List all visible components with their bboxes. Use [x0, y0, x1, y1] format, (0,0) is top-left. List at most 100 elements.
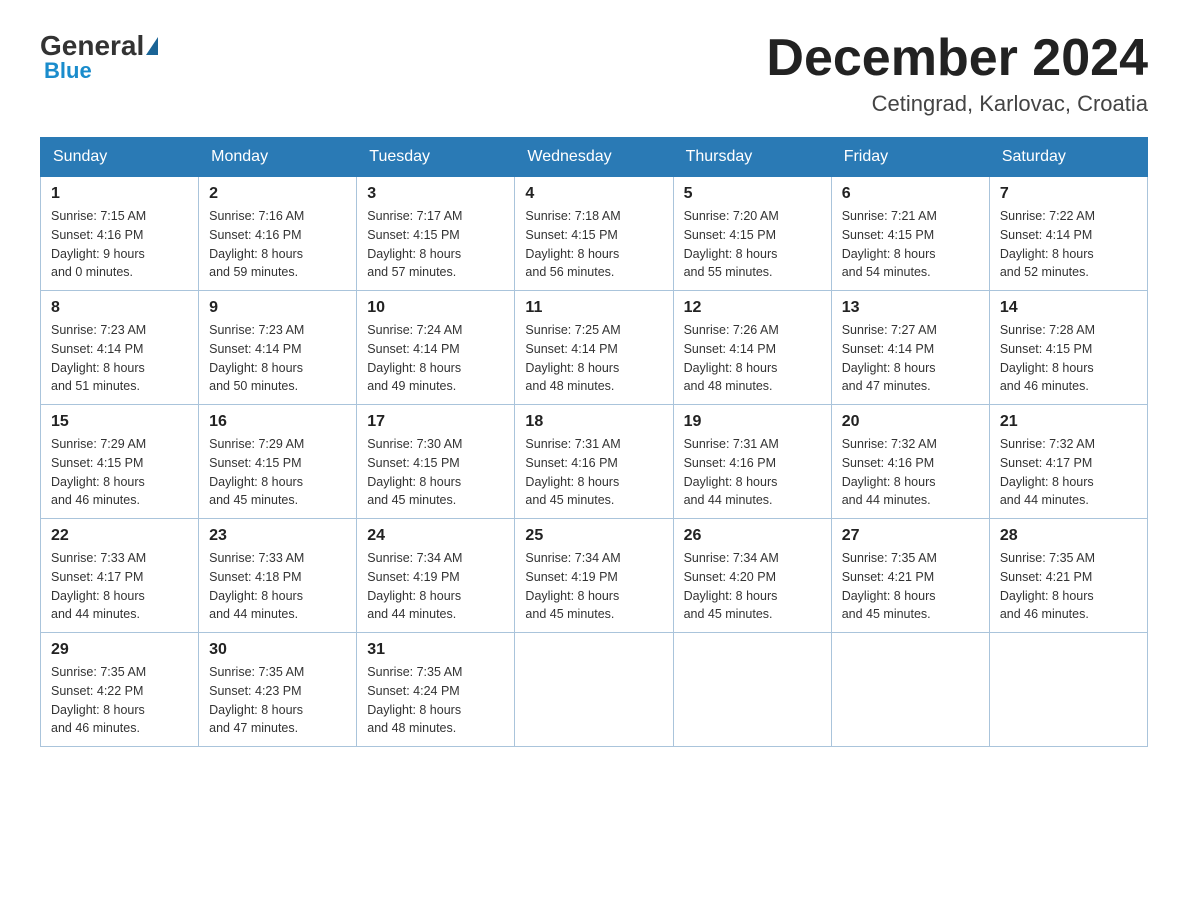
day-info: Sunrise: 7:21 AMSunset: 4:15 PMDaylight:…	[842, 207, 979, 282]
day-info: Sunrise: 7:35 AMSunset: 4:21 PMDaylight:…	[842, 549, 979, 624]
logo: General Blue	[40, 30, 160, 84]
day-number: 23	[209, 527, 346, 545]
calendar-cell: 24Sunrise: 7:34 AMSunset: 4:19 PMDayligh…	[357, 519, 515, 633]
calendar-cell	[515, 633, 673, 747]
day-number: 12	[684, 299, 821, 317]
calendar-cell: 11 Sunrise: 7:25 AMSunset: 4:14 PMDayligh…	[515, 291, 673, 405]
day-info: Sunrise: 7:24 AMSunset: 4:14 PMDaylight:…	[367, 321, 504, 396]
calendar-cell: 8Sunrise: 7:23 AMSunset: 4:14 PMDaylight…	[41, 291, 199, 405]
calendar-cell: 10 Sunrise: 7:24 AMSunset: 4:14 PMDayligh…	[357, 291, 515, 405]
calendar-cell: 17 Sunrise: 7:30 AMSunset: 4:15 PMDayligh…	[357, 405, 515, 519]
day-number: 27	[842, 527, 979, 545]
day-info: Sunrise: 7:33 AMSunset: 4:18 PMDaylight:…	[209, 549, 346, 624]
day-number: 18	[525, 413, 662, 431]
day-number: 2	[209, 185, 346, 203]
day-info: Sunrise: 7:16 AMSunset: 4:16 PMDaylight:…	[209, 207, 346, 282]
day-number: 6	[842, 185, 979, 203]
header-cell-monday: Monday	[199, 138, 357, 177]
page-header: General Blue December 2024 Cetingrad, Ka…	[40, 30, 1148, 117]
calendar-cell: 23 Sunrise: 7:33 AMSunset: 4:18 PMDayligh…	[199, 519, 357, 633]
day-info: Sunrise: 7:17 AMSunset: 4:15 PMDaylight:…	[367, 207, 504, 282]
calendar-cell: 9 Sunrise: 7:23 AMSunset: 4:14 PMDaylight…	[199, 291, 357, 405]
calendar-cell: 12Sunrise: 7:26 AMSunset: 4:14 PMDayligh…	[673, 291, 831, 405]
day-info: Sunrise: 7:27 AMSunset: 4:14 PMDaylight:…	[842, 321, 979, 396]
day-info: Sunrise: 7:28 AMSunset: 4:15 PMDaylight:…	[1000, 321, 1137, 396]
logo-triangle-icon	[146, 37, 158, 55]
day-info: Sunrise: 7:35 AMSunset: 4:22 PMDaylight:…	[51, 663, 188, 738]
day-info: Sunrise: 7:31 AMSunset: 4:16 PMDaylight:…	[525, 435, 662, 510]
day-number: 17	[367, 413, 504, 431]
calendar-cell: 7 Sunrise: 7:22 AMSunset: 4:14 PMDaylight…	[989, 177, 1147, 291]
week-row-2: 8Sunrise: 7:23 AMSunset: 4:14 PMDaylight…	[41, 291, 1148, 405]
calendar-cell: 30Sunrise: 7:35 AMSunset: 4:23 PMDayligh…	[199, 633, 357, 747]
calendar-cell: 25Sunrise: 7:34 AMSunset: 4:19 PMDayligh…	[515, 519, 673, 633]
month-year-title: December 2024	[766, 30, 1148, 87]
day-number: 4	[525, 185, 662, 203]
calendar-body: 1Sunrise: 7:15 AMSunset: 4:16 PMDaylight…	[41, 177, 1148, 747]
day-info: Sunrise: 7:32 AMSunset: 4:17 PMDaylight:…	[1000, 435, 1137, 510]
day-number: 21	[1000, 413, 1137, 431]
day-info: Sunrise: 7:33 AMSunset: 4:17 PMDaylight:…	[51, 549, 188, 624]
calendar-cell: 15Sunrise: 7:29 AMSunset: 4:15 PMDayligh…	[41, 405, 199, 519]
day-info: Sunrise: 7:18 AMSunset: 4:15 PMDaylight:…	[525, 207, 662, 282]
day-number: 24	[367, 527, 504, 545]
calendar-cell: 4 Sunrise: 7:18 AMSunset: 4:15 PMDaylight…	[515, 177, 673, 291]
week-row-4: 22 Sunrise: 7:33 AMSunset: 4:17 PMDayligh…	[41, 519, 1148, 633]
day-number: 11	[525, 299, 662, 317]
day-info: Sunrise: 7:29 AMSunset: 4:15 PMDaylight:…	[209, 435, 346, 510]
calendar-cell: 31Sunrise: 7:35 AMSunset: 4:24 PMDayligh…	[357, 633, 515, 747]
location-subtitle: Cetingrad, Karlovac, Croatia	[766, 91, 1148, 117]
header-cell-saturday: Saturday	[989, 138, 1147, 177]
day-info: Sunrise: 7:25 AMSunset: 4:14 PMDaylight:…	[525, 321, 662, 396]
header-row: SundayMondayTuesdayWednesdayThursdayFrid…	[41, 138, 1148, 177]
calendar-cell: 3 Sunrise: 7:17 AMSunset: 4:15 PMDaylight…	[357, 177, 515, 291]
header-cell-tuesday: Tuesday	[357, 138, 515, 177]
day-number: 19	[684, 413, 821, 431]
day-number: 28	[1000, 527, 1137, 545]
calendar-cell	[989, 633, 1147, 747]
calendar-cell: 14 Sunrise: 7:28 AMSunset: 4:15 PMDayligh…	[989, 291, 1147, 405]
calendar-cell: 16Sunrise: 7:29 AMSunset: 4:15 PMDayligh…	[199, 405, 357, 519]
calendar-cell: 28 Sunrise: 7:35 AMSunset: 4:21 PMDayligh…	[989, 519, 1147, 633]
title-section: December 2024 Cetingrad, Karlovac, Croat…	[766, 30, 1148, 117]
day-number: 22	[51, 527, 188, 545]
calendar-cell: 22 Sunrise: 7:33 AMSunset: 4:17 PMDayligh…	[41, 519, 199, 633]
day-number: 1	[51, 185, 188, 203]
calendar-cell: 18 Sunrise: 7:31 AMSunset: 4:16 PMDayligh…	[515, 405, 673, 519]
day-number: 14	[1000, 299, 1137, 317]
day-info: Sunrise: 7:35 AMSunset: 4:24 PMDaylight:…	[367, 663, 504, 738]
day-number: 13	[842, 299, 979, 317]
day-number: 10	[367, 299, 504, 317]
calendar-cell	[673, 633, 831, 747]
day-info: Sunrise: 7:35 AMSunset: 4:21 PMDaylight:…	[1000, 549, 1137, 624]
day-info: Sunrise: 7:23 AMSunset: 4:14 PMDaylight:…	[209, 321, 346, 396]
day-number: 9	[209, 299, 346, 317]
calendar-cell: 20Sunrise: 7:32 AMSunset: 4:16 PMDayligh…	[831, 405, 989, 519]
calendar-cell: 6 Sunrise: 7:21 AMSunset: 4:15 PMDaylight…	[831, 177, 989, 291]
header-cell-thursday: Thursday	[673, 138, 831, 177]
day-info: Sunrise: 7:35 AMSunset: 4:23 PMDaylight:…	[209, 663, 346, 738]
day-number: 15	[51, 413, 188, 431]
calendar-cell: 5 Sunrise: 7:20 AMSunset: 4:15 PMDaylight…	[673, 177, 831, 291]
calendar-cell: 1Sunrise: 7:15 AMSunset: 4:16 PMDaylight…	[41, 177, 199, 291]
day-info: Sunrise: 7:32 AMSunset: 4:16 PMDaylight:…	[842, 435, 979, 510]
day-number: 26	[684, 527, 821, 545]
day-info: Sunrise: 7:20 AMSunset: 4:15 PMDaylight:…	[684, 207, 821, 282]
week-row-1: 1Sunrise: 7:15 AMSunset: 4:16 PMDaylight…	[41, 177, 1148, 291]
calendar-cell: 13 Sunrise: 7:27 AMSunset: 4:14 PMDayligh…	[831, 291, 989, 405]
day-number: 5	[684, 185, 821, 203]
day-info: Sunrise: 7:34 AMSunset: 4:19 PMDaylight:…	[525, 549, 662, 624]
calendar-cell: 19 Sunrise: 7:31 AMSunset: 4:16 PMDayligh…	[673, 405, 831, 519]
calendar-cell	[831, 633, 989, 747]
day-number: 29	[51, 641, 188, 659]
header-cell-sunday: Sunday	[41, 138, 199, 177]
day-info: Sunrise: 7:22 AMSunset: 4:14 PMDaylight:…	[1000, 207, 1137, 282]
day-info: Sunrise: 7:30 AMSunset: 4:15 PMDaylight:…	[367, 435, 504, 510]
header-cell-wednesday: Wednesday	[515, 138, 673, 177]
day-number: 3	[367, 185, 504, 203]
day-info: Sunrise: 7:23 AMSunset: 4:14 PMDaylight:…	[51, 321, 188, 396]
day-info: Sunrise: 7:31 AMSunset: 4:16 PMDaylight:…	[684, 435, 821, 510]
day-number: 7	[1000, 185, 1137, 203]
calendar-cell: 27 Sunrise: 7:35 AMSunset: 4:21 PMDayligh…	[831, 519, 989, 633]
calendar-cell: 21 Sunrise: 7:32 AMSunset: 4:17 PMDayligh…	[989, 405, 1147, 519]
